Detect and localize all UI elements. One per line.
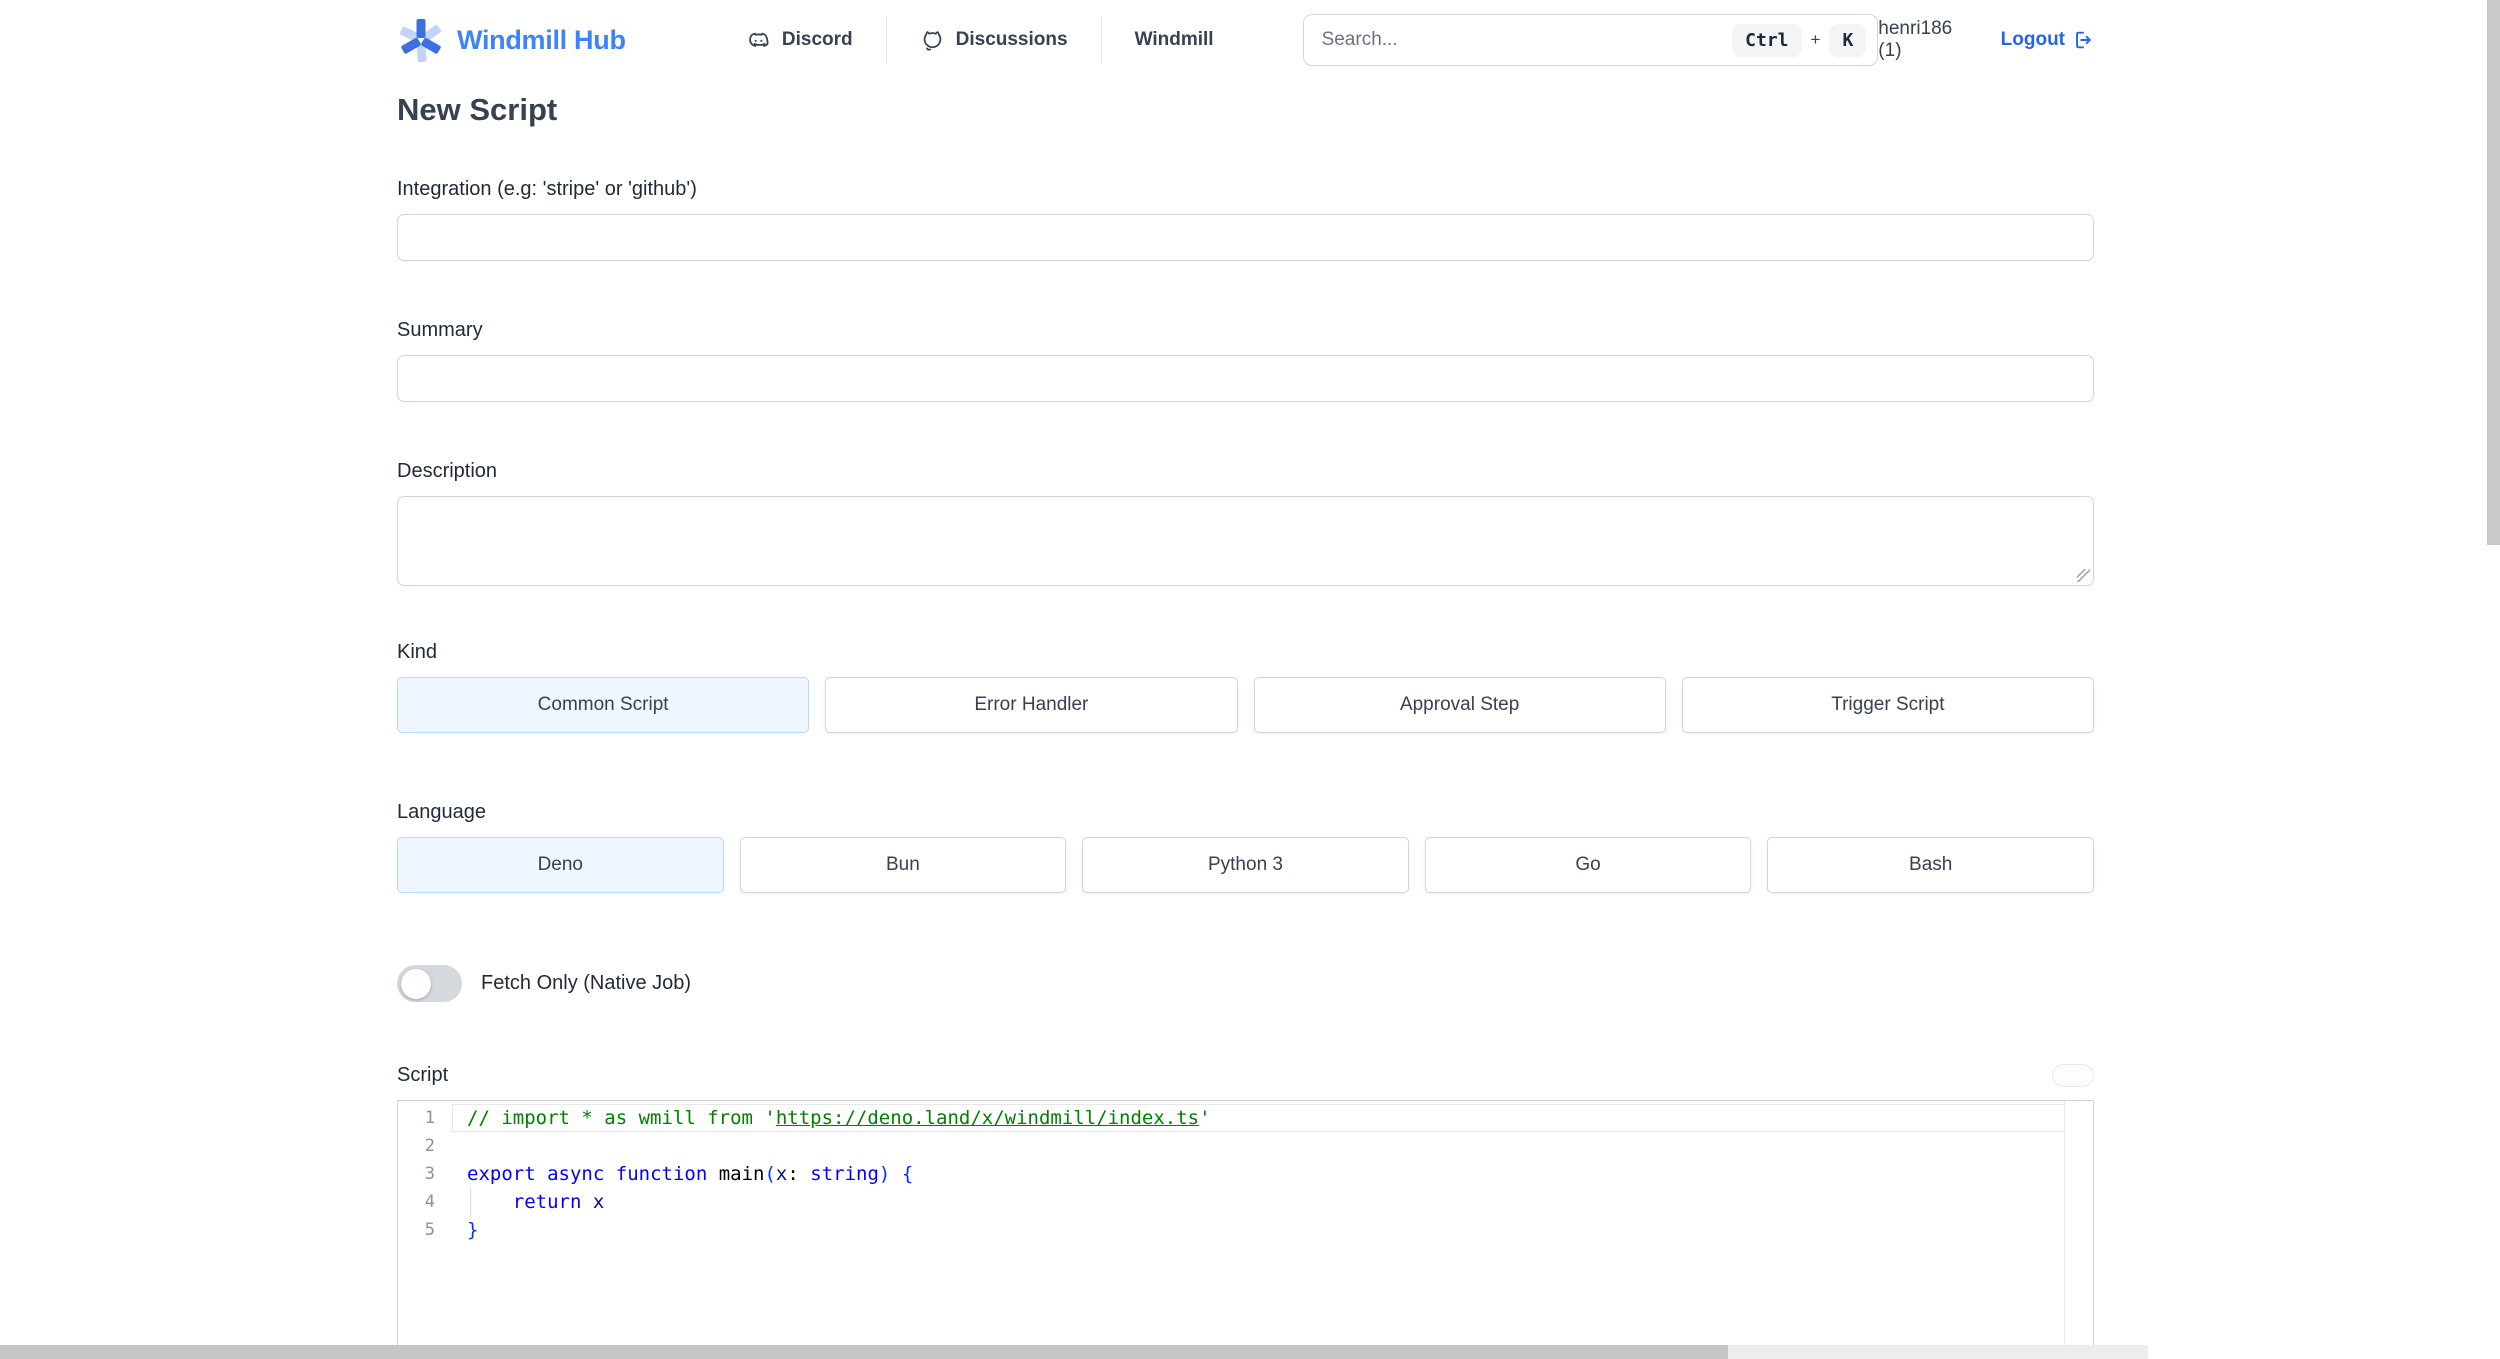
language-option-bun[interactable]: Bun <box>739 837 1067 893</box>
code-line-1: 1 // import * as wmill from 'https://den… <box>398 1104 2093 1132</box>
kbd-k: K <box>1829 23 1867 57</box>
github-icon <box>923 30 941 51</box>
integration-input[interactable] <box>397 214 2094 261</box>
line-number: 3 <box>424 1164 435 1184</box>
windmill-hub-page: Windmill Hub Discord Discussions Windmil… <box>0 0 2500 1359</box>
brand-link[interactable]: Windmill Hub <box>397 16 647 64</box>
kbd-plus: + <box>1810 30 1821 49</box>
code-line-4: 4 return x <box>398 1188 2093 1216</box>
kind-options: Common Script Error Handler Approval Ste… <box>397 677 2094 733</box>
language-option-deno[interactable]: Deno <box>397 837 724 893</box>
search-input[interactable] <box>1321 29 1733 51</box>
horizontal-scrollbar-thumb[interactable] <box>0 1345 1728 1359</box>
nav-discussions[interactable]: Discussions <box>885 16 1101 64</box>
brand-name: Windmill Hub <box>457 24 626 55</box>
language-option-go[interactable]: Go <box>1424 837 1752 893</box>
logout-icon <box>2076 31 2091 49</box>
description-label: Description <box>397 460 498 482</box>
logout-label: Logout <box>2000 29 2065 50</box>
kbd-ctrl: Ctrl <box>1732 23 1802 57</box>
logout-link[interactable]: Logout <box>2001 29 2094 51</box>
fetch-only-label: Fetch Only (Native Job) <box>481 972 692 994</box>
code-line-2: 2 <box>398 1132 2093 1160</box>
kind-option-trigger-script[interactable]: Trigger Script <box>1681 677 2094 733</box>
search-box: Ctrl + K <box>1302 14 1879 66</box>
vertical-scrollbar[interactable] <box>2487 0 2500 545</box>
kind-option-error-handler[interactable]: Error Handler <box>825 677 1238 733</box>
line-number: 2 <box>424 1136 435 1156</box>
header: Windmill Hub Discord Discussions Windmil… <box>397 0 2094 80</box>
language-options: Deno Bun Python 3 Go Bash <box>397 837 2094 893</box>
code-line-5: 5 } <box>398 1216 2093 1244</box>
language-label: Language <box>397 801 486 823</box>
code-link[interactable]: https://deno.land/x/windmill/index.ts <box>776 1107 1199 1129</box>
line-number: 4 <box>424 1192 435 1212</box>
script-label: Script <box>397 1064 449 1086</box>
username: henri186 (1) <box>1878 18 1953 61</box>
page-title: New Script <box>397 92 558 127</box>
line-number: 1 <box>424 1108 435 1128</box>
kind-label: Kind <box>397 641 438 663</box>
code-lines: 1 // import * as wmill from 'https://den… <box>398 1101 2093 1244</box>
kind-option-approval-step[interactable]: Approval Step <box>1253 677 1666 733</box>
user-area: henri186 (1) Logout <box>1878 18 2094 62</box>
fetch-only-toggle[interactable] <box>397 965 462 1002</box>
integration-label: Integration (e.g: 'stripe' or 'github') <box>397 178 697 200</box>
code-line-3: 3 export async function main(x: string) … <box>398 1160 2093 1188</box>
code-editor[interactable]: 1 // import * as wmill from 'https://den… <box>397 1100 2094 1350</box>
language-option-bash[interactable]: Bash <box>1767 837 2094 893</box>
fetch-only-row: Fetch Only (Native Job) <box>397 965 2094 1002</box>
summary-label: Summary <box>397 319 483 341</box>
windmill-logo-icon <box>400 19 442 63</box>
nav-windmill[interactable]: Windmill <box>1100 16 1247 64</box>
resize-grip-icon[interactable] <box>2077 569 2090 582</box>
toggle-knob <box>401 968 431 999</box>
summary-input[interactable] <box>397 355 2094 402</box>
description-textarea[interactable] <box>397 496 2094 586</box>
language-option-python3[interactable]: Python 3 <box>1082 837 1409 893</box>
kind-option-common-script[interactable]: Common Script <box>397 677 810 733</box>
nav-windmill-label: Windmill <box>1134 29 1214 50</box>
nav-discord[interactable]: Discord <box>713 16 886 64</box>
line-number: 5 <box>424 1220 435 1240</box>
editor-options-pill-button[interactable] <box>2052 1064 2094 1087</box>
nav-discord-label: Discord <box>781 29 853 50</box>
nav-discussions-label: Discussions <box>955 29 1068 50</box>
discord-icon <box>749 32 769 47</box>
main-nav: Discord Discussions Windmill <box>713 16 1247 64</box>
